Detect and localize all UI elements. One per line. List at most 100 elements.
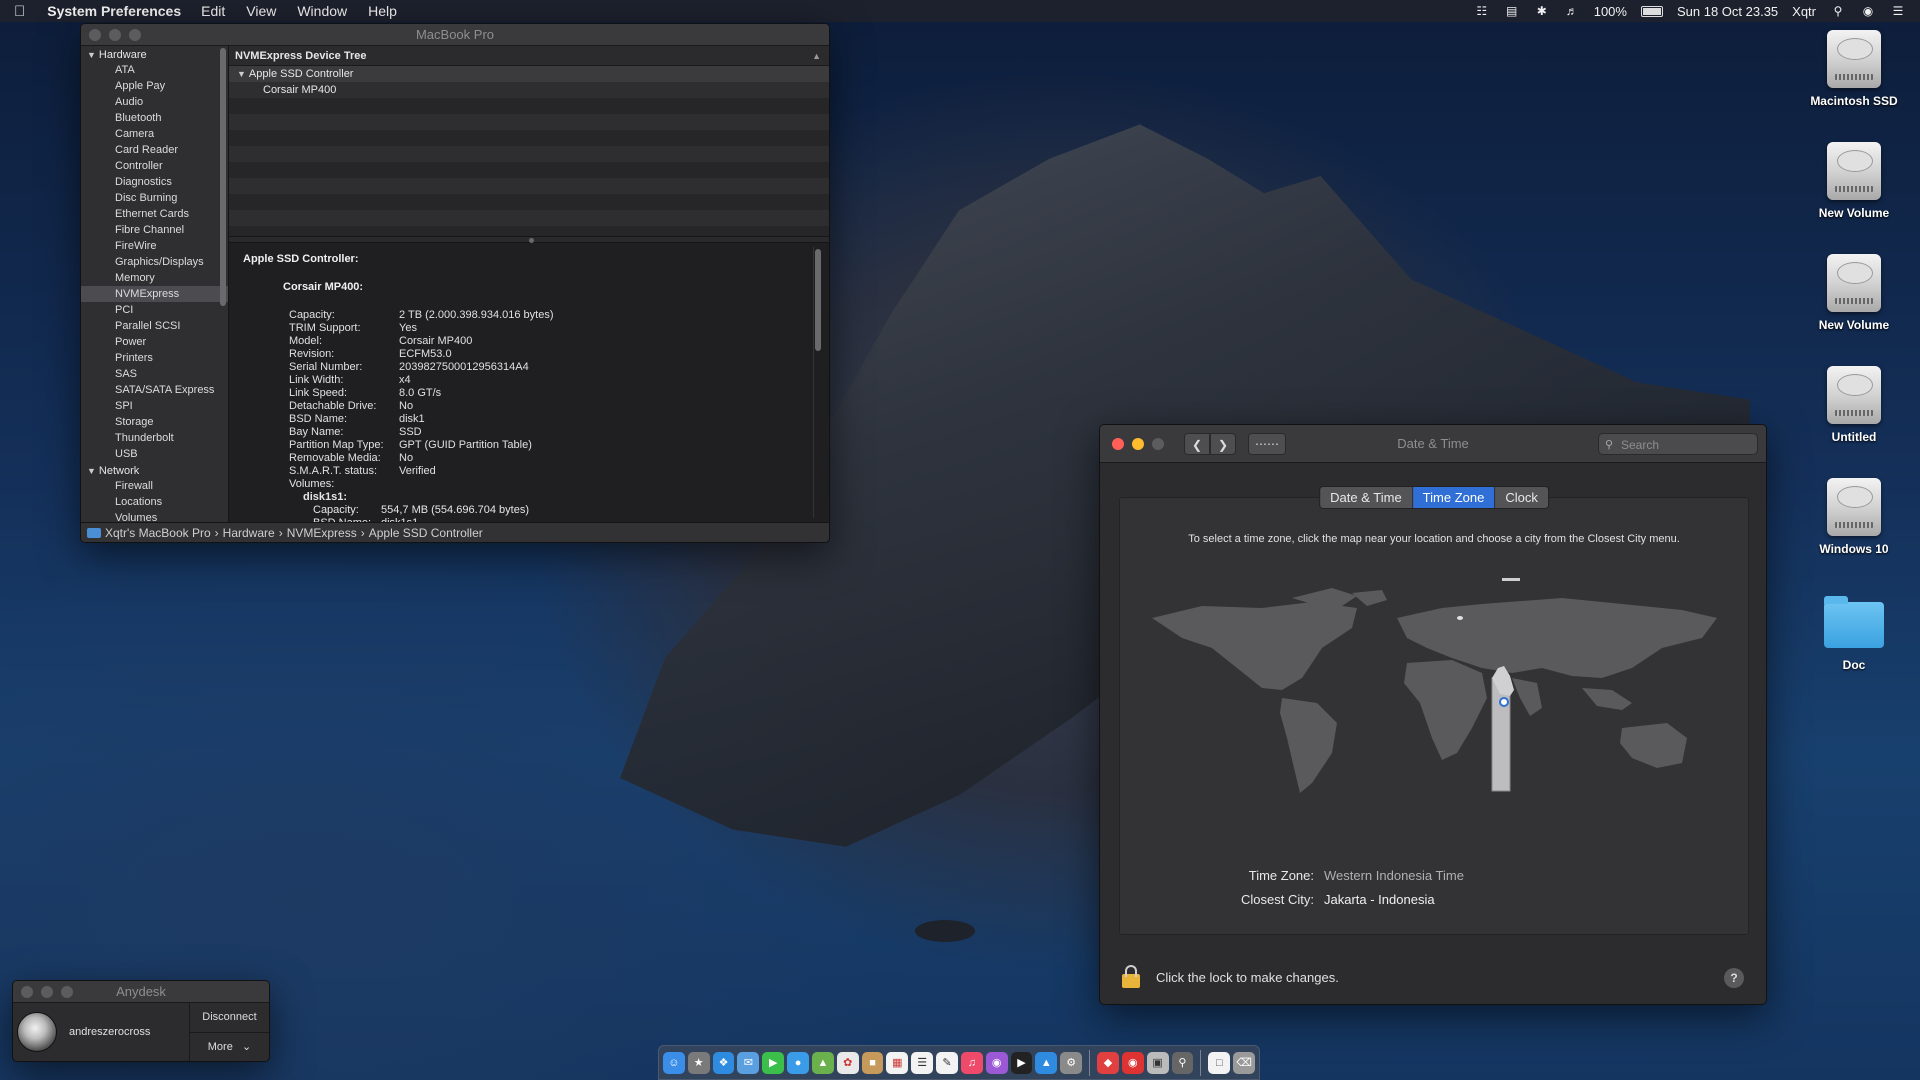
disconnect-button[interactable]: Disconnect (190, 1003, 269, 1033)
app-menu[interactable]: System Preferences (47, 3, 181, 19)
sidebar-item[interactable]: Locations (81, 494, 228, 510)
sidebar-scrollbar[interactable] (220, 48, 226, 306)
back-button[interactable]: ❮ (1184, 432, 1210, 455)
sidebar-item[interactable]: ATA (81, 62, 228, 78)
clock[interactable]: Sun 18 Oct 23.35 (1677, 4, 1778, 19)
photos-icon[interactable]: ✿ (836, 1051, 859, 1074)
sidebar-item[interactable]: PCI (81, 302, 228, 318)
sidebar-item[interactable]: NVMExpress (81, 286, 228, 302)
path-item-hardware[interactable]: Hardware (223, 523, 275, 543)
bluetooth-icon[interactable]: ✱ (1534, 4, 1550, 18)
notes-icon[interactable]: ✎ (936, 1051, 958, 1074)
spotlight-search-icon[interactable]: ⚲ (1830, 4, 1846, 18)
path-item-controller[interactable]: Apple SSD Controller (369, 523, 483, 543)
minimize-button[interactable] (109, 28, 121, 41)
volume-icon[interactable]: ♬ (1564, 4, 1580, 18)
menu-edit[interactable]: Edit (201, 3, 225, 19)
desktop-icon-untitled[interactable]: Untitled (1794, 366, 1914, 444)
maps-icon[interactable]: ▲ (811, 1051, 834, 1074)
facetime-icon[interactable]: ▶ (762, 1051, 785, 1074)
system-preferences-icon[interactable]: ⚙ (1060, 1051, 1083, 1074)
photo-booth-icon[interactable]: ◉ (1121, 1051, 1144, 1074)
sidebar-item[interactable]: Printers (81, 350, 228, 366)
show-all-button[interactable]: ⋯⋯ (1248, 432, 1286, 455)
close-button[interactable] (1112, 437, 1124, 450)
sidebar-item[interactable]: Diagnostics (81, 174, 228, 190)
minimize-button[interactable] (1132, 437, 1144, 450)
closest-city-field[interactable]: Jakarta - Indonesia (1324, 888, 1435, 912)
menu-view[interactable]: View (246, 3, 276, 19)
disclosure-triangle-icon[interactable]: ▼ (87, 50, 96, 60)
sidebar-item[interactable]: Apple Pay (81, 78, 228, 94)
sidebar-item[interactable]: Volumes (81, 510, 228, 522)
menu-window[interactable]: Window (297, 3, 347, 19)
battery-icon[interactable] (1640, 5, 1663, 17)
sidebar-item[interactable]: Thunderbolt (81, 430, 228, 446)
calendar-icon[interactable]: ▦ (886, 1051, 909, 1074)
trash-icon[interactable]: ⌫ (1233, 1051, 1256, 1074)
sidebar-item[interactable]: Graphics/Displays (81, 254, 228, 270)
sidebar-item[interactable]: Fibre Channel (81, 222, 228, 238)
disclosure-triangle-icon[interactable]: ▼ (237, 69, 246, 79)
detail-scrollbar[interactable] (815, 249, 821, 351)
tab-time-zone[interactable]: Time Zone (1412, 487, 1496, 508)
menu-help[interactable]: Help (368, 3, 397, 19)
podcasts-icon[interactable]: ◉ (985, 1051, 1008, 1074)
desktop-icon-new-volume[interactable]: New Volume (1794, 142, 1914, 220)
sidebar-item[interactable]: SPI (81, 398, 228, 414)
tab-date-time[interactable]: Date & Time (1320, 487, 1413, 508)
device-tree-header[interactable]: NVMExpress Device Tree ▲ (229, 46, 829, 66)
activity-icon[interactable]: ▤ (1504, 4, 1520, 18)
mail-icon[interactable]: ✉ (737, 1051, 760, 1074)
close-button[interactable] (21, 985, 33, 998)
anydesk-icon[interactable]: ◆ (1097, 1051, 1119, 1074)
sidebar-item[interactable]: Power (81, 334, 228, 350)
date-time-titlebar[interactable]: ❮ ❯ ⋯⋯ Date & Time ⚲ (1100, 425, 1766, 463)
anydesk-titlebar[interactable]: Anydesk (13, 981, 269, 1003)
location-pin-icon[interactable] (1499, 697, 1509, 707)
search-input[interactable] (1621, 438, 1751, 452)
notification-center-icon[interactable]: ☰ (1890, 4, 1906, 18)
world-map[interactable] (1142, 578, 1722, 808)
sidebar-item[interactable]: USB (81, 446, 228, 462)
close-button[interactable] (89, 28, 101, 41)
sidebar-item[interactable]: SATA/SATA Express (81, 382, 228, 398)
sidebar-item[interactable]: Firewall (81, 478, 228, 494)
contacts-icon[interactable]: ■ (861, 1051, 884, 1074)
sidebar-item[interactable]: Controller (81, 158, 228, 174)
search-field[interactable]: ⚲ (1598, 433, 1758, 455)
more-button[interactable]: More ⌄ (190, 1033, 269, 1062)
reminders-icon[interactable]: ☰ (911, 1051, 934, 1074)
desktop-icon-windows-10[interactable]: Windows 10 (1794, 478, 1914, 556)
forward-button[interactable]: ❯ (1210, 432, 1236, 455)
sidebar-item[interactable]: Card Reader (81, 142, 228, 158)
desktop-icon-new-volume[interactable]: New Volume (1794, 254, 1914, 332)
sidebar-item[interactable]: Audio (81, 94, 228, 110)
lock-icon[interactable] (1122, 965, 1140, 988)
help-button[interactable]: ? (1724, 968, 1744, 988)
sidebar-item[interactable]: Camera (81, 126, 228, 142)
path-item-nvmexpress[interactable]: NVMExpress (287, 523, 357, 543)
sidebar-item[interactable]: Memory (81, 270, 228, 286)
sidebar-item[interactable]: Parallel SCSI (81, 318, 228, 334)
tree-row-controller[interactable]: ▼ Apple SSD Controller (229, 66, 829, 82)
music-icon[interactable]: ♫ (960, 1051, 983, 1074)
desktop-icon-macintosh-ssd[interactable]: Macintosh SSD (1794, 30, 1914, 108)
sidebar-item[interactable]: FireWire (81, 238, 228, 254)
pane-splitter[interactable] (229, 236, 829, 243)
apple-menu-icon[interactable]:  (14, 3, 25, 20)
zoom-button[interactable] (61, 985, 73, 998)
path-item-computer[interactable]: Xqtr's MacBook Pro (105, 523, 211, 543)
documents-stack-icon[interactable]: □ (1208, 1051, 1231, 1074)
battery-percent[interactable]: 100% (1594, 4, 1627, 19)
tv-icon[interactable]: ▶ (1010, 1051, 1033, 1074)
sysinfo-titlebar[interactable]: MacBook Pro (81, 24, 829, 46)
finder-icon[interactable]: ☺ (663, 1051, 685, 1074)
zoom-button[interactable] (129, 28, 141, 41)
siri-icon[interactable]: ◉ (1860, 4, 1876, 18)
sidebar-item[interactable]: Storage (81, 414, 228, 430)
zoom-button[interactable] (1152, 437, 1164, 450)
sidebar-item[interactable]: SAS (81, 366, 228, 382)
tab-clock[interactable]: Clock (1495, 487, 1548, 508)
disclosure-triangle-icon[interactable]: ▼ (87, 466, 96, 476)
